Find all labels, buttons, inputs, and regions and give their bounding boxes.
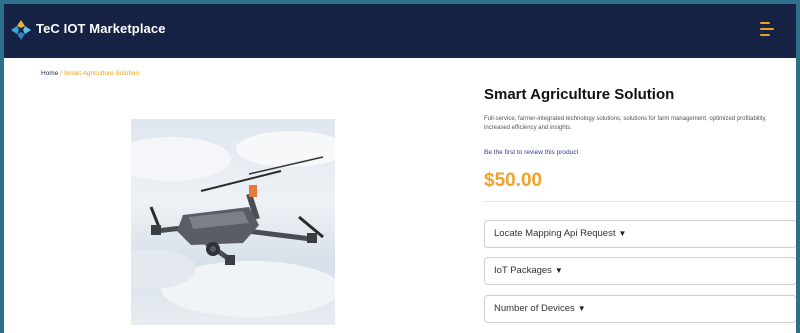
product-title: Smart Agriculture Solution	[484, 86, 675, 103]
mapping-api-select-label: Locate Mapping Api Request	[494, 228, 616, 239]
product-price: $50.00	[484, 170, 543, 191]
number-of-devices-select-label: Number of Devices	[494, 303, 575, 314]
brand-name[interactable]: TeC IOT Marketplace	[36, 21, 166, 36]
iot-packages-select[interactable]: IoT Packages ▼	[484, 257, 796, 285]
product-description: Full-service, farmer-integrated technolo…	[484, 116, 767, 131]
review-link[interactable]: Be the first to review this product	[484, 149, 578, 156]
drone-illustration	[131, 131, 335, 317]
chevron-down-icon: ▼	[618, 229, 627, 238]
breadcrumb: Home / Smart Agriculture Solution	[41, 70, 139, 77]
number-of-devices-select[interactable]: Number of Devices ▼	[484, 295, 796, 323]
iot-packages-select-label: IoT Packages	[494, 265, 552, 276]
breadcrumb-current: Smart Agriculture Solution	[63, 70, 139, 77]
page-frame: TeC IOT Marketplace Home / Smart Agricul…	[4, 4, 796, 333]
divider	[484, 201, 796, 202]
tec-logo-icon[interactable]	[10, 19, 32, 41]
chevron-down-icon: ▼	[577, 304, 586, 313]
breadcrumb-separator: /	[60, 70, 62, 77]
chevron-down-icon: ▼	[554, 266, 563, 275]
product-image	[131, 119, 335, 325]
top-navigation-bar: TeC IOT Marketplace	[4, 4, 796, 58]
breadcrumb-home-link[interactable]: Home	[41, 70, 58, 77]
hamburger-icon[interactable]	[760, 22, 776, 38]
mapping-api-select[interactable]: Locate Mapping Api Request ▼	[484, 220, 796, 248]
